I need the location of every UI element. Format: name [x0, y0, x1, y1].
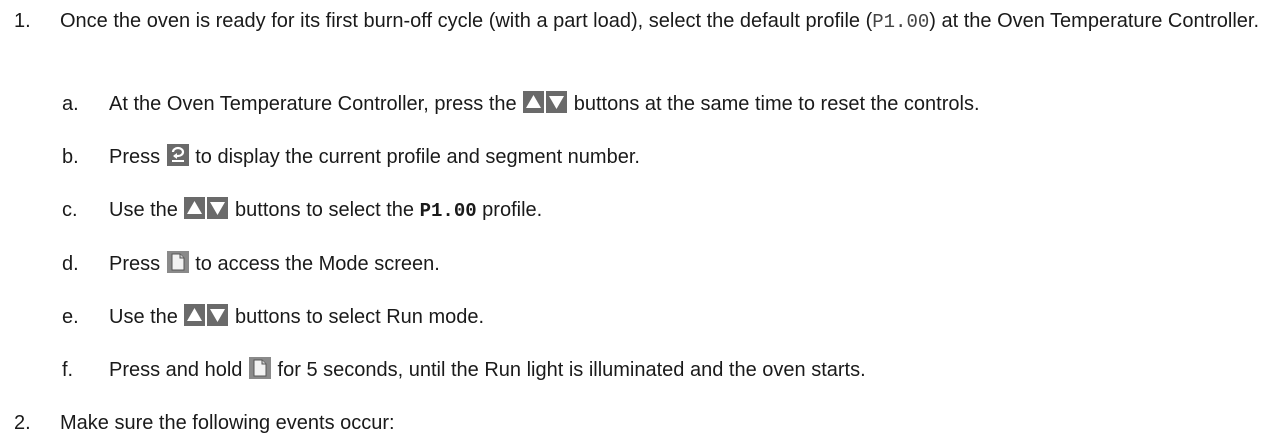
substep-letter: a. [62, 93, 79, 115]
step-number: 1. [14, 10, 31, 32]
step-text: Once the oven is ready for its first bur… [60, 10, 1260, 33]
substep-letter: f. [62, 359, 74, 381]
profile-code: P1.00 [419, 200, 477, 222]
substep-letter: d. [62, 253, 79, 275]
step-number: 2. [14, 412, 31, 434]
up-down-arrows-icon [523, 91, 568, 113]
up-down-arrows-icon [184, 304, 229, 326]
step-text: Make sure the following events occur: [60, 412, 395, 434]
profile-code: P1.00 [872, 11, 930, 33]
up-down-arrows-icon [184, 197, 229, 219]
substep-letter: b. [62, 146, 79, 168]
page-button-icon [248, 357, 271, 379]
substep-letter: e. [62, 306, 79, 328]
substep-letter: c. [62, 199, 78, 221]
scroll-button-icon [166, 144, 189, 166]
page-button-icon [166, 251, 189, 273]
